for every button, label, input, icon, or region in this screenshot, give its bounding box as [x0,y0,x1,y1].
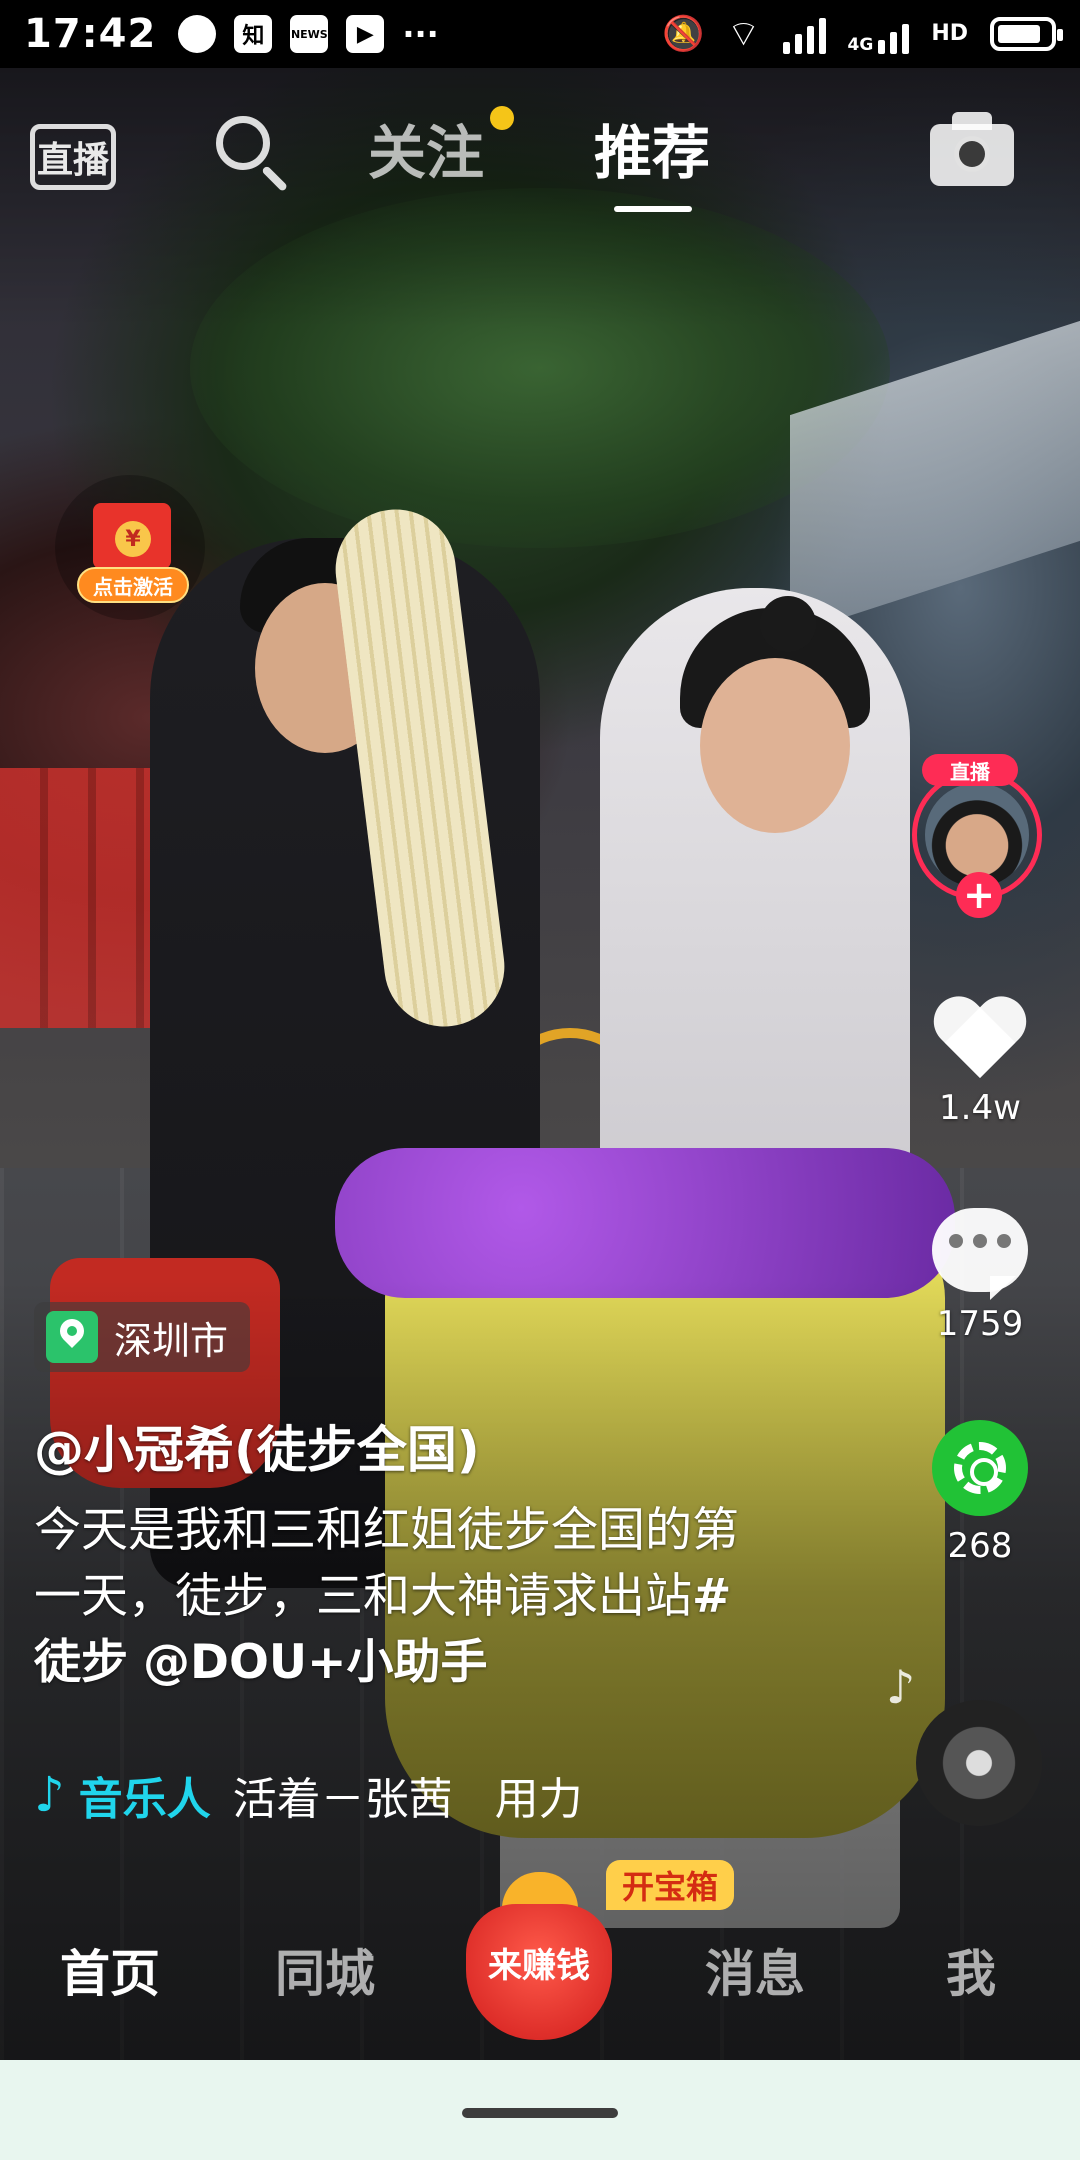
top-nav: 直播 关注 推荐 [0,100,1080,230]
signal-icon [782,14,826,54]
status-bar: 17:42 知 NEWS ▶ ··· 🔕 ⌔ 4G HD [0,0,1080,68]
chat-bubble-icon [178,15,217,53]
earn-money-label: 来赚钱 [488,1946,590,1986]
tab-me[interactable]: 我 [946,1934,996,2006]
battery-icon [990,17,1063,51]
like-button[interactable]: 1.4w [900,992,1060,1128]
hd-voice-icon: HD [931,21,968,46]
news-icon: NEWS [290,15,329,53]
search-button[interactable] [210,110,290,193]
post-caption: 今天是我和三和红姐徒步全国的第一天，徒步，三和大神请求出站#徒步 @DOU+小助… [34,1498,754,1696]
live-tv-icon: 直播 [30,124,116,190]
network-type-label: 4G [847,35,874,55]
video-play-icon: ▶ [346,15,385,53]
video-purple-pillow [335,1148,955,1298]
bottom-tab-bar: 首页 同城 来赚钱 消息 我 [0,1872,1080,2060]
status-right-icons: 🔕 ⌔ 4G HD [662,12,1063,57]
video-woman-bun [760,596,816,652]
comment-button[interactable]: 1759 [900,1208,1060,1344]
location-chip[interactable]: 深圳市 [34,1302,251,1372]
signal-4g-icon: 4G [848,14,910,54]
author-name[interactable]: @小冠希(徒步全国) [34,1410,480,1482]
music-note-small-icon: ♪ [34,1767,65,1823]
treasure-box-badge[interactable]: 开宝箱 [606,1860,735,1910]
share-icon [932,1420,1028,1516]
more-notifications-icon: ··· [402,15,439,53]
home-gesture-bar[interactable] [462,2108,618,2118]
red-packet-widget[interactable]: ¥ 点击激活 [55,475,205,620]
zhihu-icon: 知 [234,15,273,53]
mute-icon: 🔕 [662,14,705,54]
location-text: 深圳市 [114,1318,229,1363]
following-new-dot [490,106,514,130]
video-woman-face [700,658,850,833]
location-pin-icon [46,1311,98,1363]
mention-link[interactable]: @DOU+小助手 [143,1635,488,1690]
comment-icon [932,1208,1028,1300]
search-icon [216,116,270,170]
music-disc[interactable] [916,1700,1042,1826]
live-badge: 直播 [922,754,1018,786]
music-title: 活着－张茜 用力 [232,1774,583,1825]
coin-icon: ¥ [115,521,151,557]
search-icon-handle [261,165,289,193]
caption-text: 今天是我和三和红姐徒步全国的第一天，徒步，三和大神请求出站 [34,1503,739,1624]
camera-icon-lens [954,136,990,172]
heart-icon [932,992,1028,1088]
tab-home[interactable]: 首页 [60,1934,160,2006]
gesture-area [0,2060,1080,2160]
active-tab-indicator [614,206,692,212]
status-time: 17:42 [24,11,157,57]
tab-nearby[interactable]: 同城 [275,1934,375,2006]
tab-recommend[interactable]: 推荐 [594,106,710,190]
comment-count: 1759 [936,1304,1024,1344]
status-notification-icons: 知 NEWS ▶ ··· [178,15,439,53]
camera-button[interactable] [930,108,1014,188]
musician-tag: 音乐人 [78,1774,211,1825]
music-row[interactable]: ♪ 音乐人 活着－张茜 用力 [34,1760,583,1830]
wifi-icon: ⌔ [726,13,761,55]
share-count: 268 [947,1526,1013,1566]
tab-following[interactable]: 关注 [368,106,484,190]
tab-messages[interactable]: 消息 [705,1934,805,2006]
red-packet-label: 点击激活 [77,567,189,603]
earn-money-button[interactable]: 来赚钱 [464,1872,614,2042]
like-count: 1.4w [939,1088,1021,1128]
follow-button[interactable]: + [956,872,1002,918]
live-button[interactable]: 直播 [30,112,116,192]
music-note-icon: ♪ [886,1660,916,1714]
share-button[interactable]: 268 [900,1420,1060,1566]
